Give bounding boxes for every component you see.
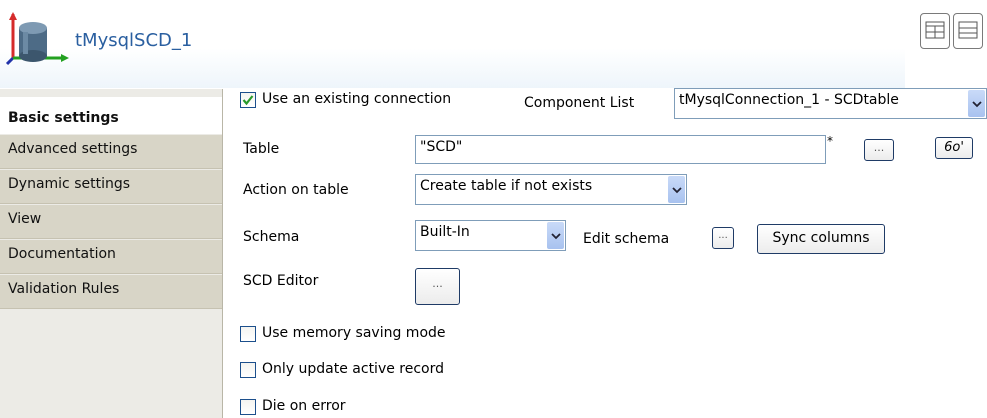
sidebar-item-label: Advanced settings bbox=[8, 141, 138, 157]
update-active-record-label: Only update active record bbox=[262, 361, 445, 377]
use-existing-connection-label: Use an existing connection bbox=[262, 91, 452, 107]
schema-select[interactable]: Built-In bbox=[415, 220, 566, 251]
sidebar-item-validation-rules[interactable]: Validation Rules bbox=[0, 275, 222, 309]
sidebar-item-label: Documentation bbox=[8, 246, 116, 262]
component-list-value: tMysqlConnection_1 - SCDtable bbox=[679, 92, 899, 108]
sidebar-item-advanced-settings[interactable]: Advanced settings bbox=[0, 135, 222, 169]
scd-editor-button[interactable]: ... bbox=[415, 268, 460, 305]
table-input[interactable]: "SCD" bbox=[415, 135, 826, 164]
sidebar-item-dynamic-settings[interactable]: Dynamic settings bbox=[0, 170, 222, 204]
sync-columns-button[interactable]: Sync columns bbox=[757, 224, 885, 254]
edit-schema-button[interactable]: ... bbox=[712, 227, 734, 249]
scd-editor-label: SCD Editor bbox=[243, 273, 319, 289]
memory-saving-checkbox[interactable] bbox=[240, 326, 256, 342]
chevron-down-icon bbox=[547, 222, 564, 249]
table-browse-button[interactable]: ... bbox=[864, 139, 894, 161]
table-value: "SCD" bbox=[420, 139, 463, 155]
grid-layout-icon[interactable] bbox=[920, 13, 950, 49]
sidebar-item-documentation[interactable]: Documentation bbox=[0, 240, 222, 274]
database-cylinder-icon bbox=[5, 12, 69, 66]
schema-value: Built-In bbox=[420, 224, 470, 240]
edit-schema-label: Edit schema bbox=[583, 231, 670, 247]
required-marker: * bbox=[827, 134, 833, 148]
sidebar-item-label: Validation Rules bbox=[8, 281, 120, 297]
sidebar-item-basic-settings[interactable]: Basic settings bbox=[0, 97, 222, 134]
update-active-record-checkbox[interactable] bbox=[240, 362, 256, 378]
table-label: Table bbox=[243, 141, 280, 157]
action-on-table-value: Create table if not exists bbox=[420, 178, 593, 194]
component-title: tMysqlSCD_1 bbox=[75, 30, 193, 51]
use-existing-connection-checkbox[interactable] bbox=[240, 92, 256, 108]
checkmark-icon bbox=[242, 95, 254, 106]
sidebar-item-view[interactable]: View bbox=[0, 205, 222, 239]
chevron-down-icon bbox=[668, 176, 685, 203]
component-list-select[interactable]: tMysqlConnection_1 - SCDtable bbox=[674, 88, 987, 119]
action-on-table-select[interactable]: Create table if not exists bbox=[415, 174, 687, 205]
sidebar-item-label: Basic settings bbox=[8, 110, 119, 126]
sidebar-divider bbox=[222, 89, 223, 418]
sidebar-item-label: Dynamic settings bbox=[8, 176, 131, 192]
sidebar-item-label: View bbox=[8, 211, 42, 227]
die-on-error-label: Die on error bbox=[262, 398, 346, 414]
glasses-icon[interactable]: 6o' bbox=[935, 137, 973, 159]
memory-saving-label: Use memory saving mode bbox=[262, 325, 446, 341]
component-list-label: Component List bbox=[524, 95, 635, 111]
glasses-icon-glyph: 6o' bbox=[944, 140, 964, 155]
list-layout-icon[interactable] bbox=[953, 13, 983, 49]
action-on-table-label: Action on table bbox=[243, 182, 349, 198]
chevron-down-icon bbox=[968, 90, 985, 117]
die-on-error-checkbox[interactable] bbox=[240, 399, 256, 415]
schema-label: Schema bbox=[243, 229, 300, 245]
